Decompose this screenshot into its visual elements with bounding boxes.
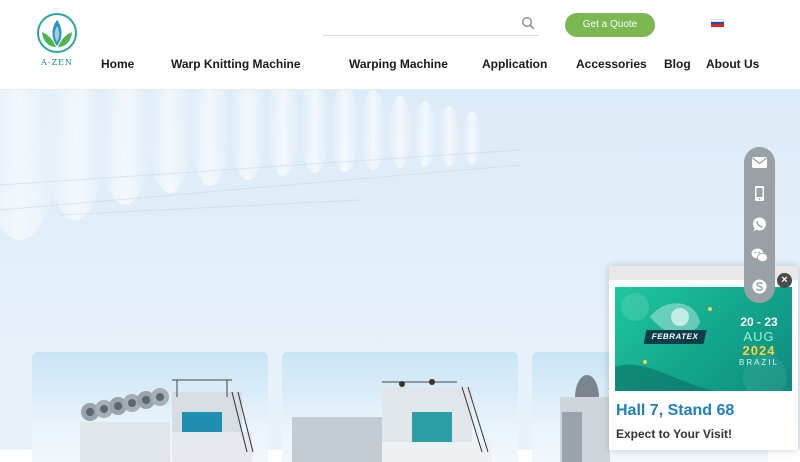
close-icon[interactable]: × [777, 273, 792, 288]
banner-month: AUG [743, 329, 775, 344]
contact-sidebar [744, 147, 775, 303]
email-icon[interactable] [749, 152, 770, 173]
banner-brand: FEBRATEX [643, 330, 707, 344]
main-nav: Home Warp Knitting Machine Warping Machi… [0, 56, 800, 74]
popup-title: Hall 7, Stand 68 [616, 402, 735, 419]
lotus-logo-icon [37, 13, 77, 53]
banner-date: 20 - 23 [740, 315, 778, 329]
febratex-banner[interactable]: FEBRATEX 20 - 23 AUG 2024 BRAZIL [615, 287, 792, 391]
nav-item-warping-machine[interactable]: Warping Machine [349, 56, 448, 72]
banner-year: 2024 [742, 343, 776, 358]
warping-machine-image [292, 379, 492, 462]
popup-subtitle: Expect to Your Visit! [616, 427, 733, 441]
skype-icon[interactable] [749, 276, 770, 297]
russia-flag-icon[interactable] [711, 19, 724, 27]
nav-item-blog[interactable]: Blog [664, 56, 691, 72]
site-header: A-ZEN Get a Quote Home Warp Knitting Mac… [0, 0, 800, 90]
warp-knitting-machine-image [80, 379, 254, 462]
nav-item-warp-knitting-machine[interactable]: Warp Knitting Machine [171, 56, 301, 72]
get-a-quote-button[interactable]: Get a Quote [565, 13, 655, 37]
product-card[interactable] [32, 352, 268, 462]
nav-item-application[interactable]: Application [482, 56, 547, 72]
wechat-icon[interactable] [749, 245, 770, 266]
product-card[interactable] [282, 352, 518, 462]
banner-country: BRAZIL [738, 358, 779, 367]
search-icon[interactable] [521, 16, 535, 30]
nav-item-home[interactable]: Home [101, 56, 134, 72]
whatsapp-icon[interactable] [749, 214, 770, 235]
search-bar [323, 12, 539, 36]
nav-item-accessories[interactable]: Accessories [576, 56, 647, 72]
mobile-icon[interactable] [749, 183, 770, 204]
search-input[interactable] [323, 12, 517, 36]
nav-item-about-us[interactable]: About Us [706, 56, 759, 72]
